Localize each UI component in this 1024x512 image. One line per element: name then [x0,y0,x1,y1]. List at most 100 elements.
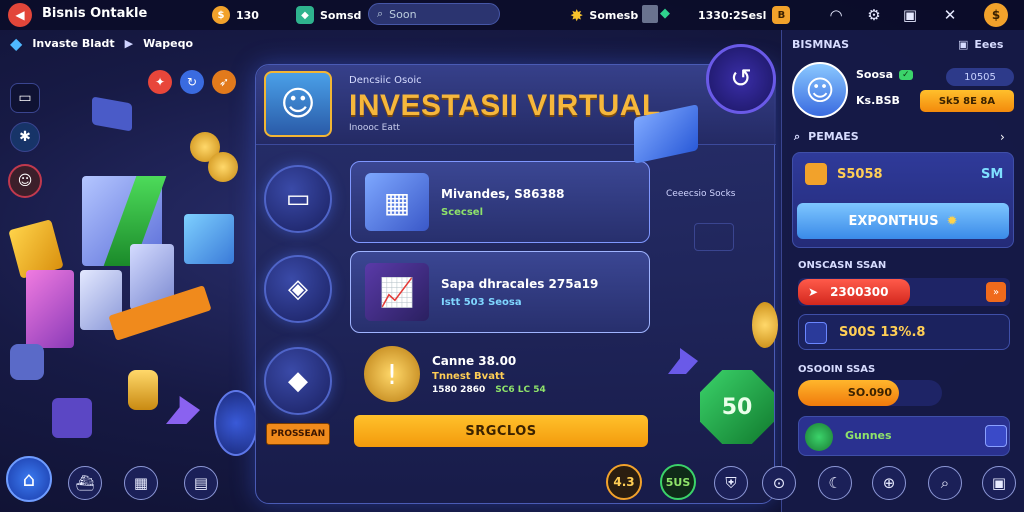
card-1-title: Mivandes, S86388 [441,186,565,201]
collect-button[interactable]: SRGCLOS [354,415,648,447]
briefcase-icon[interactable]: ▣ [982,466,1016,500]
sidebar-header-left: BISMNAS [792,38,849,51]
investment-card-1[interactable]: ▦ Mivandes, S86388 Scecsel [350,161,650,243]
player-name: Soosa ✓ [856,68,913,81]
balance-value: 1330:2Sesl [698,8,767,22]
gems-counter[interactable]: ◆ Somsd [288,4,369,26]
card-3-subtitle: Tnnest Bvatt [432,370,505,382]
list-row-1[interactable]: ➤ 2300300 » [798,278,1010,306]
globe-icon[interactable]: ⊕ [872,466,906,500]
profile-action-button[interactable]: Sk5 8E 8A [920,90,1014,112]
coin-stack-icon [128,370,158,410]
search-icon[interactable]: ⌕ [928,466,962,500]
moon-icon[interactable]: ☾ [818,466,852,500]
play-icon: ▶ [124,37,134,50]
gem-icon[interactable]: ◆ [264,347,332,415]
home-button[interactable]: ⌂ [6,456,52,502]
gold-chip-icon: B [772,6,791,24]
wallet-left: S5058 [837,167,883,182]
wallet-card: S5058 SM EXPONTHUS ✹ [792,152,1014,248]
stat-badge[interactable]: 5US [660,464,696,500]
gem-icon: ◆ [296,6,314,24]
stack-decoration [26,270,74,348]
panel-title: INVESTASII VIRTUAL [349,89,661,122]
search-input[interactable]: ⌕ Soon [368,3,500,25]
footer-text: Gunnes [845,429,892,442]
promo-tag[interactable]: PROSSEAN [266,423,330,445]
app-title: Bisnis Ontakle [42,6,148,21]
wifi-icon[interactable]: ◠ [824,3,848,27]
stars-counter[interactable]: ✸ Somesb [562,4,646,26]
fire-icon[interactable]: ✦ [148,70,172,94]
info-icon[interactable] [985,425,1007,447]
card-3-meta-2: SC6 LC 54 [495,384,546,395]
forward-icon[interactable]: » [986,282,1006,302]
card-3-title: Canne 38.00 [432,353,517,368]
settings-icon[interactable]: ⚙ [862,3,886,27]
gold-coin-icon [752,302,778,348]
cart-icon[interactable]: ▤ [184,466,218,500]
gold-coin-icon [208,152,238,182]
medal-icon: ! [364,346,420,402]
grid-icon[interactable]: ✱ [10,122,40,152]
row-2-value: S00S 13%.8 [839,325,926,340]
row-1-bar: ➤ 2300300 [798,279,910,305]
shield-icon[interactable]: ⛨ [714,466,748,500]
lock-icon[interactable]: ⊙ [762,466,796,500]
player-avatar[interactable]: ☺ [792,62,848,118]
bookmark-icon[interactable]: ▣ [898,3,922,27]
sidebar-header-right[interactable]: ▣ Eees [958,38,1003,51]
chip-decoration [214,390,258,456]
list-title: ONSCASN SSAN [798,260,887,271]
coins-counter[interactable]: $ 130 [204,4,267,26]
coin-icon: $ [212,6,230,24]
cube-icon[interactable]: ◈ [264,255,332,323]
coins-value: 130 [236,8,259,22]
building-icon: ▦ [365,173,429,231]
progress-value: SO.090 [847,386,893,399]
level-badge[interactable]: 4.3 [606,464,642,500]
box-decoration [184,214,234,264]
chat-icon[interactable]: ▭ [10,83,40,113]
badge-icon [805,423,833,451]
cash-icon[interactable]: ▭ [264,165,332,233]
card-2-subtitle: Istt 503 Seosa [441,296,522,308]
verified-icon: ✓ [899,69,913,80]
list-row-2[interactable]: S00S 13%.8 [798,314,1010,350]
search-placeholder: Soon [389,7,417,21]
wallet-right: SM [981,167,1004,182]
wallet-icon [805,163,827,185]
grid-icon: ▣ [958,38,969,51]
chart-icon: 📈 [365,263,429,321]
section-header[interactable]: ⌕ PEMAES [794,130,859,144]
investment-card-3[interactable]: ! Canne 38.00 Tnnest Bvatt 1580 2860 SC6… [350,343,650,405]
arrow-icon: ➤ [808,285,819,299]
profile-coin-icon[interactable]: $ [984,3,1008,27]
chevron-right-icon[interactable]: › [1000,130,1005,144]
gear-icon: ✹ [946,213,958,229]
return-badge-icon[interactable]: ↺ [706,44,776,114]
cube-decoration [10,344,44,380]
share-icon[interactable]: ↻ [180,70,204,94]
ship-icon[interactable]: ⛴ [68,466,102,500]
progress-bar: SO.090 [798,380,942,406]
stars-value: Somesb [589,8,639,22]
app-logo[interactable]: ◀ [8,3,32,27]
placeholder-box [694,223,734,251]
gem-small-icon: ◆ [660,6,670,21]
card-2-title: Sapa dhracales 275a19 [441,276,599,291]
rocket-icon[interactable]: ➶ [212,70,236,94]
panel-caption: Ceeecsio Socks [666,189,736,199]
close-icon[interactable]: ✕ [938,3,962,27]
balance-counter[interactable]: 1330:2Sesl B [690,4,798,26]
subrow-secondary[interactable]: Wapeqo [143,37,193,50]
advisor-avatar: ☺ [264,71,332,137]
investment-card-2[interactable]: 📈 Sapa dhracales 275a19 Istt 503 Seosa [350,251,650,333]
expand-button[interactable]: EXPONTHUS ✹ [797,203,1009,239]
footer-card[interactable]: Gunnes [798,416,1010,456]
user-avatar[interactable]: ☺ [8,164,42,198]
building-icon[interactable]: ▦ [124,466,158,500]
player-value: Ks.BSB [856,94,900,107]
arrow-decoration [166,396,200,424]
subrow-primary[interactable]: Invaste Bladt [32,37,114,50]
